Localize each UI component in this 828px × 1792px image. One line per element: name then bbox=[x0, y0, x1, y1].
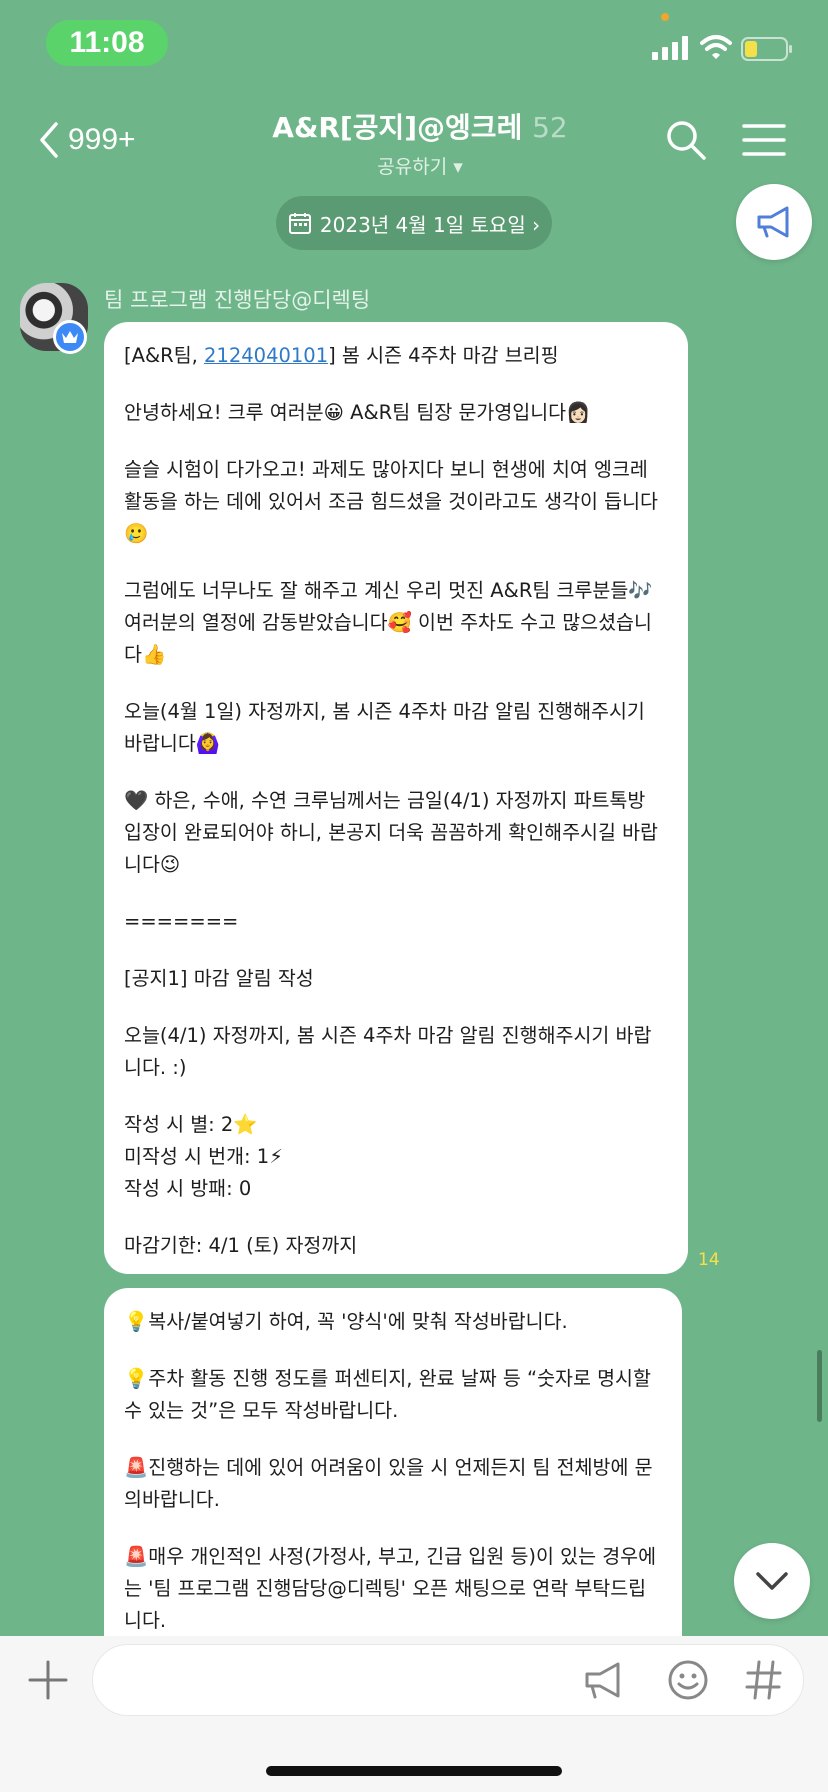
message-text: 미작성 시 번개: 1⚡ bbox=[124, 1145, 283, 1168]
megaphone-icon[interactable] bbox=[582, 1658, 626, 1702]
message-text: [공지1] 마감 알림 작성 bbox=[124, 967, 314, 990]
message-text: 오늘(4월 1일) 자정까지, 봄 시즌 4주차 마감 알림 진행해주시기 바랍… bbox=[124, 700, 645, 755]
message-text: 안녕하세요! 크루 여러분😀 A&R팀 팀장 문가영입니다👩🏻 bbox=[124, 401, 591, 424]
unread-read-count: 14 bbox=[698, 1250, 720, 1270]
message-text: ] 봄 시즌 4주차 마감 브리핑 bbox=[328, 344, 559, 367]
plus-icon[interactable] bbox=[26, 1658, 70, 1702]
member-count: 52 bbox=[532, 111, 568, 144]
message-text: 🚨진행하는 데에 있어 어려움이 있을 시 언제든지 팀 전체방에 문의바랍니다… bbox=[124, 1456, 653, 1511]
unread-count: 999+ bbox=[68, 123, 136, 156]
emoji-icon[interactable] bbox=[666, 1658, 710, 1702]
scroll-to-bottom-button[interactable] bbox=[734, 1543, 810, 1619]
chat-header[interactable]: A&R[공지]@엥크레 52 공유하기 ▾ bbox=[250, 106, 590, 179]
date-label: 2023년 4월 1일 토요일 › bbox=[319, 212, 541, 237]
message-link[interactable]: 2124040101 bbox=[204, 344, 328, 367]
message-text: 작성 시 방패: 0 bbox=[124, 1177, 252, 1200]
chat-title-text: A&R[공지]@엥크레 bbox=[272, 111, 523, 144]
menu-icon[interactable] bbox=[742, 118, 786, 162]
privacy-indicator-dot bbox=[661, 13, 669, 21]
hashtag-icon[interactable] bbox=[742, 1658, 786, 1702]
message-text: 마감기한: 4/1 (토) 자정까지 bbox=[124, 1234, 358, 1257]
crown-icon bbox=[53, 320, 87, 354]
home-indicator[interactable] bbox=[266, 1766, 562, 1776]
chat-title: A&R[공지]@엥크레 52 bbox=[250, 106, 590, 146]
search-icon[interactable] bbox=[664, 118, 708, 162]
message-bubble[interactable]: 💡복사/붙여넣기 하여, 꼭 '양식'에 맞춰 작성바랍니다. 💡주차 활동 진… bbox=[104, 1288, 682, 1648]
message-text: 💡주차 활동 진행 정도를 퍼센티지, 완료 날짜 등 “숫자로 명시할 수 있… bbox=[124, 1367, 651, 1422]
message-text: 🖤 하은, 수애, 수연 크루님께서는 금일(4/1) 자정까지 파트톡방 입장… bbox=[124, 789, 658, 876]
message-divider-text: ======= bbox=[124, 910, 239, 933]
chevron-down-icon bbox=[756, 1572, 788, 1590]
calendar-icon bbox=[288, 213, 311, 234]
date-divider[interactable]: 2023년 4월 1일 토요일 › bbox=[276, 196, 552, 250]
wifi-icon bbox=[700, 35, 732, 59]
megaphone-icon bbox=[757, 206, 789, 238]
chevron-left-icon bbox=[40, 122, 58, 158]
message-text: 💡복사/붙여넣기 하여, 꼭 '양식'에 맞춰 작성바랍니다. bbox=[124, 1310, 568, 1333]
sender-name: 팀 프로그램 진행담당@디렉팅 bbox=[104, 288, 371, 312]
scrollbar-thumb[interactable] bbox=[817, 1350, 822, 1422]
battery-icon bbox=[741, 37, 792, 61]
notice-button[interactable] bbox=[736, 184, 812, 260]
status-time: 11:08 bbox=[46, 20, 168, 66]
message-bubble[interactable]: [A&R팀, 2124040101] 봄 시즌 4주차 마감 브리핑 안녕하세요… bbox=[104, 322, 688, 1274]
share-link[interactable]: 공유하기 ▾ bbox=[250, 152, 590, 179]
message-text: 🚨매우 개인적인 사정(가정사, 부고, 긴급 입원 등)이 있는 경우에는 '… bbox=[124, 1545, 657, 1632]
message-text: 작성 시 별: 2⭐ bbox=[124, 1113, 258, 1136]
message-text: 오늘(4/1) 자정까지, 봄 시즌 4주차 마감 알림 진행해주시기 바랍니다… bbox=[124, 1024, 652, 1079]
message-text: [A&R팀, bbox=[124, 344, 205, 367]
message-text: 슬슬 시험이 다가오고! 과제도 많아지다 보니 현생에 치여 엥크레 활동을 … bbox=[124, 458, 658, 545]
cellular-signal-icon bbox=[652, 36, 688, 60]
back-button[interactable]: 999+ bbox=[36, 118, 136, 162]
message-text: 그럼에도 너무나도 잘 해주고 계신 우리 멋진 A&R팀 크루분들🎶 여러분의… bbox=[124, 579, 653, 666]
